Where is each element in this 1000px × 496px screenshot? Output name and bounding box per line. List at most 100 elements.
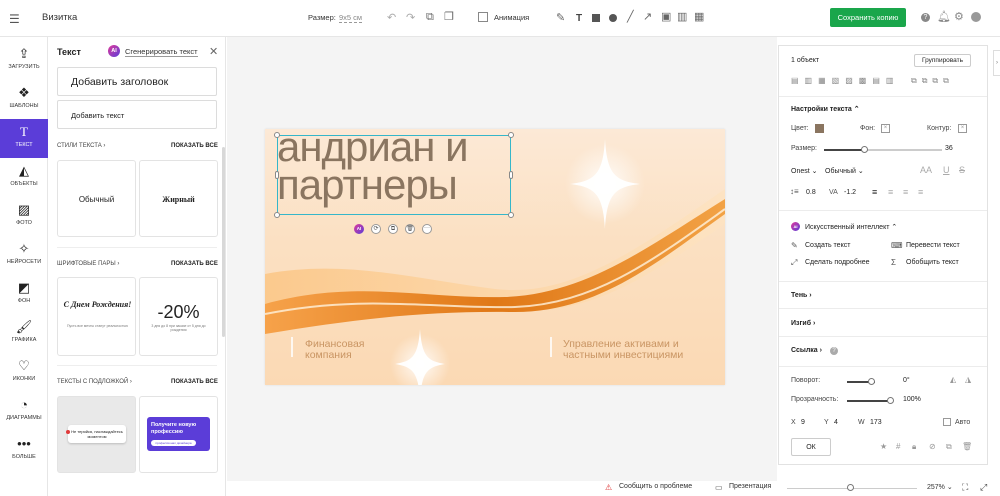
- shadow-section[interactable]: Тень ›: [791, 292, 812, 299]
- nav-background[interactable]: ◩ Фон: [0, 275, 48, 314]
- opacity-slider-thumb[interactable]: [887, 397, 894, 404]
- image-tool-icon[interactable]: ▣: [661, 12, 671, 23]
- app-title[interactable]: Визитка: [42, 12, 77, 23]
- x-value[interactable]: 9: [801, 419, 805, 426]
- backed-card-2[interactable]: Получите новую профессию профессионал ди…: [139, 396, 218, 473]
- text-case-icon[interactable]: AA: [920, 165, 932, 175]
- ai-translate-button[interactable]: Перевести текст: [906, 242, 960, 249]
- ai-detail-button[interactable]: Сделать подробнее: [805, 259, 869, 266]
- auto-label[interactable]: Авто: [955, 419, 970, 426]
- fit-screen-icon[interactable]: ⛶: [962, 482, 968, 493]
- presentation-button[interactable]: Презентация: [729, 483, 771, 490]
- text-settings-header[interactable]: Настройки текста ⌃: [791, 105, 860, 113]
- bg-swatch[interactable]: ×: [881, 124, 890, 133]
- gear-icon[interactable]: ⚙: [954, 12, 964, 23]
- flip-vertical-icon[interactable]: ◮: [965, 375, 971, 384]
- fullscreen-icon[interactable]: ⤢: [980, 482, 987, 493]
- heading-line-2[interactable]: партнеры: [277, 164, 458, 206]
- text-tool-icon[interactable]: T: [576, 13, 582, 24]
- arrow-tool-icon[interactable]: ↗: [643, 12, 652, 23]
- bend-section[interactable]: Изгиб ›: [791, 320, 815, 327]
- size-slider-thumb[interactable]: [861, 146, 868, 153]
- flip-horizontal-icon[interactable]: ◭: [950, 375, 956, 384]
- square-tool-icon[interactable]: [592, 14, 600, 22]
- font-weight-select[interactable]: Обычный ⌄: [825, 167, 864, 175]
- align-justify-icon[interactable]: ≡: [918, 187, 923, 197]
- collapse-panel-tab[interactable]: ›: [993, 50, 1000, 76]
- circle-tool-icon[interactable]: [609, 14, 617, 22]
- report-problem-link[interactable]: Сообщить о проблеме: [619, 483, 692, 490]
- style-bold-card[interactable]: Жирный: [139, 160, 218, 237]
- animation-checkbox[interactable]: [478, 12, 488, 22]
- line-height-value[interactable]: 0.8: [806, 189, 816, 196]
- nav-templates[interactable]: ❖ Шаблоны: [0, 80, 48, 119]
- undo-icon[interactable]: ↶: [387, 13, 396, 24]
- nav-graphics[interactable]: 🖌︎ Графика: [0, 314, 48, 353]
- ai-summarize-button[interactable]: Обобщить текст: [906, 259, 959, 266]
- size-value[interactable]: 9x5 см: [339, 13, 363, 23]
- opacity-value[interactable]: 100%: [903, 396, 921, 403]
- rotate-icon[interactable]: ⟳: [371, 224, 381, 234]
- pair-birthday-card[interactable]: С Днем Рождения! Пусть все мечты станут …: [57, 277, 136, 356]
- pairs-header[interactable]: Шрифтовые пары ›: [57, 261, 119, 267]
- opacity-slider[interactable]: [847, 400, 892, 402]
- redo-icon[interactable]: ↷: [406, 13, 415, 24]
- left-caption[interactable]: Финансовая компания: [305, 339, 405, 361]
- close-icon[interactable]: ✕: [209, 45, 218, 58]
- align-center-icon[interactable]: ≡: [888, 187, 893, 197]
- star-icon[interactable]: ★: [880, 442, 887, 451]
- ok-button[interactable]: ОК: [791, 438, 831, 456]
- backed-card-1[interactable]: Не теряйся, наслаждайтесь моментом: [57, 396, 136, 473]
- generate-text-link[interactable]: Сгенерировать текст: [125, 47, 198, 57]
- align-buttons[interactable]: ▤▥▦▧▨▩▤▥: [791, 76, 899, 85]
- add-text-button[interactable]: Добавить текст: [57, 100, 217, 129]
- trash-icon[interactable]: 🗑︎: [405, 224, 415, 234]
- nav-upload[interactable]: ⇪ Загрузить: [0, 41, 48, 80]
- backed-header[interactable]: Тексты с подложкой ›: [57, 379, 132, 385]
- link-section[interactable]: Ссылка ›: [791, 347, 822, 354]
- nav-charts[interactable]: ◔ Диаграммы: [0, 392, 48, 431]
- hash-icon[interactable]: #: [896, 442, 900, 451]
- panel-scrollbar[interactable]: [222, 147, 225, 337]
- nav-photo[interactable]: ▨ Фото: [0, 197, 48, 236]
- save-copy-button[interactable]: Сохранить копию: [830, 8, 906, 27]
- group-button[interactable]: Группировать: [914, 54, 971, 67]
- styles-header[interactable]: Стили текста ›: [57, 143, 105, 149]
- styles-show-all[interactable]: Показать все: [171, 143, 218, 149]
- strikethrough-icon[interactable]: S: [959, 165, 965, 175]
- color-swatch[interactable]: [815, 124, 824, 133]
- zoom-value[interactable]: 257% ⌄: [927, 483, 953, 491]
- qr-tool-icon[interactable]: ▦: [694, 12, 704, 23]
- help-icon[interactable]: ?: [921, 13, 930, 22]
- menu-icon[interactable]: ☰: [9, 12, 20, 26]
- copy-icon[interactable]: ⧉: [426, 12, 434, 23]
- font-family-select[interactable]: Onest ⌄: [791, 167, 818, 175]
- letter-spacing-value[interactable]: -1.2: [844, 189, 856, 196]
- arrange-icons[interactable]: ⧉⧉⧉⧉: [911, 76, 954, 86]
- align-left-icon[interactable]: ≡: [872, 187, 877, 197]
- avatar[interactable]: [971, 12, 981, 22]
- resize-handle[interactable]: [508, 212, 514, 218]
- ai-mini-button[interactable]: AI: [354, 224, 364, 234]
- right-caption[interactable]: Управление активами и частными инвестици…: [563, 339, 713, 361]
- line-tool-icon[interactable]: ╱: [627, 12, 634, 23]
- w-value[interactable]: 173: [870, 419, 882, 426]
- nav-text[interactable]: T Текст: [0, 119, 48, 158]
- paste-icon[interactable]: ❐: [444, 12, 454, 23]
- help-icon[interactable]: ?: [830, 347, 838, 355]
- underline-icon[interactable]: U: [943, 165, 950, 175]
- ai-section-header[interactable]: Искусственный интеллект ⌃: [805, 223, 897, 231]
- nav-ai[interactable]: ✧ Нейросети: [0, 236, 48, 275]
- resize-handle[interactable]: [508, 132, 514, 138]
- nav-objects[interactable]: ◭ Объекты: [0, 158, 48, 197]
- ai-create-button[interactable]: Создать текст: [805, 242, 850, 249]
- lock-icon[interactable]: 🔒︎: [912, 442, 916, 452]
- zoom-slider-thumb[interactable]: [847, 484, 854, 491]
- animation-label[interactable]: Анимация: [494, 13, 529, 22]
- resize-handle[interactable]: [275, 171, 279, 179]
- resize-handle[interactable]: [274, 212, 280, 218]
- duplicate-icon[interactable]: ⧉: [388, 224, 398, 234]
- trash-icon[interactable]: 🗑︎: [962, 442, 972, 451]
- pen-icon[interactable]: ✎: [556, 13, 565, 24]
- rotation-slider-thumb[interactable]: [868, 378, 875, 385]
